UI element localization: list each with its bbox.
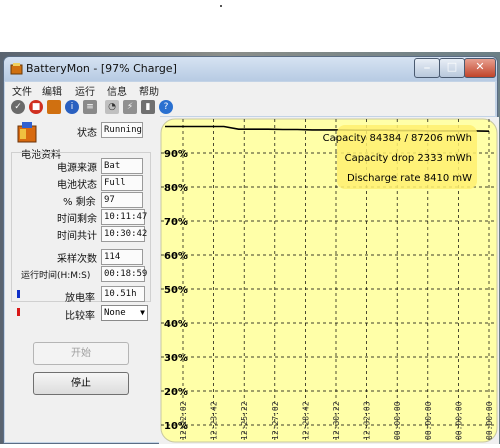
compare-rate-selected: None <box>104 308 126 318</box>
chart-panel: 10% 20% 30% 40% 50% 60% 70% 80% 90% 12:22:02 12:23… <box>159 117 499 444</box>
battery-status-icon <box>17 122 37 143</box>
menu-file[interactable]: 文件 <box>12 83 32 98</box>
x-tick-label: 12:23:42 <box>210 401 219 440</box>
menu-help[interactable]: 帮助 <box>139 83 159 98</box>
battery-icon[interactable] <box>47 100 61 114</box>
samples-value: 114 <box>101 249 143 265</box>
y-tick-label: 40% <box>164 319 188 330</box>
close-button[interactable]: ✕ <box>464 58 496 78</box>
x-tick-label: 00:00:00 <box>454 401 463 440</box>
battery-app-icon <box>10 63 23 75</box>
status-value: Running <box>101 122 143 138</box>
percent-remaining-value: 97 <box>101 192 143 208</box>
maximize-button[interactable]: □ <box>439 58 465 78</box>
minimize-button[interactable]: _ <box>414 56 440 78</box>
time-remaining-label: 时间剩余 <box>57 214 97 225</box>
x-tick-label: 12:32:03 <box>363 401 372 440</box>
runtime-label: 运行时间(H:M:S) <box>21 271 91 281</box>
toolbar: ✓ ■ i ≡ ◔ ⚡ ▮ ? <box>5 98 495 116</box>
stop-icon[interactable]: ■ <box>29 100 43 114</box>
y-tick-label: 60% <box>164 251 188 262</box>
percent-remaining-label: % 剩余 <box>63 197 96 208</box>
plug-icon[interactable]: ⚡ <box>123 100 137 114</box>
title-bar[interactable]: BatteryMon - [97% Charge] _ □ ✕ <box>4 56 497 81</box>
battery-state-label: 电池状态 <box>57 180 97 191</box>
menu-bar: 文件 编辑 运行 信息 帮助 <box>5 82 495 98</box>
compare-rate-label: 比较率 <box>65 311 95 322</box>
compare-legend-red <box>17 308 20 316</box>
x-tick-label: 00:00:00 <box>393 401 402 440</box>
annotation-label: Capacity 84384 / 87206 mWh <box>323 133 472 144</box>
chevron-down-icon: ▼ <box>140 308 145 317</box>
battery-settings-icon[interactable]: ▮ <box>141 100 155 114</box>
y-tick-label: 80% <box>164 183 188 194</box>
info-panel: 状态 Running 电池资料 电源来源 Bat 电池状态 Full % 剩余 … <box>5 116 160 442</box>
x-tick-label: 12:28:42 <box>301 401 310 440</box>
power-source-label: 电源来源 <box>57 163 97 174</box>
check-icon[interactable]: ✓ <box>11 100 25 114</box>
x-tick-label: 12:27:02 <box>271 401 280 440</box>
samples-label: 采样次数 <box>57 254 97 265</box>
start-button[interactable]: 开始 <box>33 342 129 365</box>
annotation-label: Discharge rate 8410 mW <box>347 173 472 184</box>
y-tick-label: 30% <box>164 353 188 364</box>
status-label: 状态 <box>77 128 97 139</box>
x-tick-label: 12:30:22 <box>332 401 341 440</box>
stray-dot <box>220 5 222 7</box>
y-tick-label: 90% <box>164 149 188 160</box>
x-tick-label: 12:22:02 <box>179 401 188 440</box>
gauge-icon[interactable]: ◔ <box>105 100 119 114</box>
stop-button[interactable]: 停止 <box>33 372 129 395</box>
clipboard-icon[interactable]: ≡ <box>83 100 97 114</box>
battery-state-value: Full <box>101 175 143 191</box>
x-tick-label: 12:25:22 <box>240 401 249 440</box>
menu-run[interactable]: 运行 <box>75 83 95 98</box>
menu-info[interactable]: 信息 <box>107 83 127 98</box>
y-tick-label: 20% <box>164 387 188 398</box>
x-tick-label: 00:00:00 <box>485 401 494 440</box>
time-remaining-value: 10:11:47 <box>101 209 147 225</box>
time-total-value: 10:30:42 <box>101 226 147 242</box>
discharge-legend-blue <box>17 290 20 298</box>
x-tick-label: 00:00:00 <box>424 401 433 440</box>
runtime-value: 00:18:59 <box>101 266 147 282</box>
compare-rate-select[interactable]: None ▼ <box>101 305 148 321</box>
help-icon[interactable]: ? <box>159 100 173 114</box>
time-total-label: 时间共计 <box>57 231 97 242</box>
battery-chart: 10%20%30%40%50%60%70%80%90%12:22:02 12:23… <box>160 118 498 443</box>
menu-edit[interactable]: 编辑 <box>42 83 62 98</box>
y-tick-label: 70% <box>164 217 188 228</box>
y-tick-label: 50% <box>164 285 188 296</box>
info-icon[interactable]: i <box>65 100 79 114</box>
window-title: BatteryMon - [97% Charge] <box>26 62 177 75</box>
power-source-value: Bat <box>101 158 143 174</box>
discharge-rate-label: 放电率 <box>65 293 95 304</box>
annotation-label: Capacity drop 2333 mWh <box>345 153 472 164</box>
discharge-rate-value: 10.51h <box>101 286 145 302</box>
batterymon-window: BatteryMon - [97% Charge] _ □ ✕ 文件 编辑 运行… <box>3 56 499 444</box>
